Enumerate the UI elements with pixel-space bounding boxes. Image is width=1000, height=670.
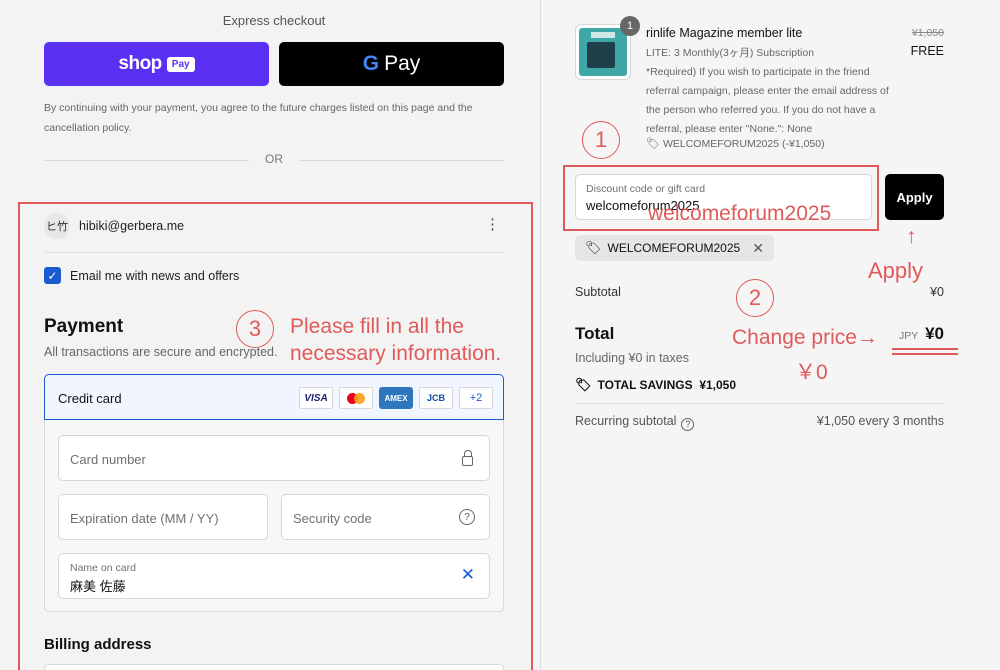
total-value: ¥0 [925, 324, 944, 343]
annotation-number-1: 1 [582, 121, 620, 159]
annotation-box-payment [18, 202, 533, 670]
annotation-change-price: Change price→ [732, 326, 878, 349]
subtotal-label: Subtotal [575, 285, 621, 299]
consent-text: By continuing with your payment, you agr… [44, 102, 473, 134]
annotation-fill-info-line1: Please fill in all the [290, 315, 464, 338]
divider-line [299, 160, 504, 161]
apply-button[interactable]: Apply [885, 174, 944, 220]
tag-icon: 🏷 [646, 138, 660, 150]
help-icon[interactable]: ? [681, 417, 695, 431]
tax-note: Including ¥0 in taxes [575, 351, 689, 365]
tag-icon: 🏷 [585, 240, 602, 255]
product-discount: 🏷 WELCOMEFORUM2025 (-¥1,050) [646, 137, 825, 150]
total-label: Total [575, 324, 615, 343]
total-savings: 🏷 TOTAL SAVINGS ¥1,050 [575, 377, 736, 393]
annotation-fill-info: Please fill in all the necessary informa… [290, 313, 501, 367]
annotation-underline [892, 348, 958, 350]
currency-code: JPY [899, 330, 919, 342]
savings-label: TOTAL SAVINGS [597, 378, 693, 392]
annotation-number-2: 2 [736, 279, 774, 317]
annotation-up-arrow: ↑ [906, 225, 917, 248]
applied-discount-chip: 🏷 WELCOMEFORUM2025 ✕ [575, 235, 774, 261]
or-divider: OR [44, 152, 504, 168]
product-details: LITE: 3 Monthly(3ヶ月) Subscription *Requi… [646, 47, 889, 135]
or-label: OR [265, 152, 283, 166]
savings-value: ¥1,050 [699, 378, 737, 392]
remove-discount-icon[interactable]: ✕ [752, 240, 764, 257]
recurring-label: Recurring subtotal [575, 414, 677, 428]
annotation-number-3: 3 [236, 310, 274, 348]
product-name: rinlife Magazine member lite [646, 26, 803, 40]
shop-pay-logo: shop [118, 53, 162, 74]
google-g-icon: G [362, 52, 380, 75]
annotation-apply-hint: Apply [868, 258, 924, 283]
annotation-price-zero: ￥0 [795, 361, 828, 384]
discounted-price: FREE [910, 44, 944, 58]
quantity-badge: 1 [620, 16, 640, 36]
tag-icon: 🏷 [575, 377, 592, 392]
shop-pay-pill: Pay [166, 56, 195, 72]
applied-discount-code: WELCOMEFORUM2025 [607, 241, 741, 255]
express-checkout-title: Express checkout [222, 13, 326, 28]
google-pay-button[interactable]: G Pay [279, 42, 504, 86]
annotation-underline [892, 353, 958, 355]
summary-divider [575, 403, 944, 404]
annotation-fill-info-line2: necessary information. [290, 342, 502, 365]
recurring-subtotal: Recurring subtotal? [575, 414, 695, 431]
subtotal-value: ¥0 [930, 285, 944, 299]
shop-pay-button[interactable]: shop Pay [44, 42, 269, 86]
annotation-code-hint: welcomeforum2025 [648, 202, 832, 225]
recurring-value: ¥1,050 every 3 months [816, 414, 944, 428]
original-price: ¥1,050 [911, 27, 944, 39]
product-discount-text: WELCOMEFORUM2025 (-¥1,050) [662, 138, 825, 150]
google-pay-label: Pay [384, 52, 421, 75]
